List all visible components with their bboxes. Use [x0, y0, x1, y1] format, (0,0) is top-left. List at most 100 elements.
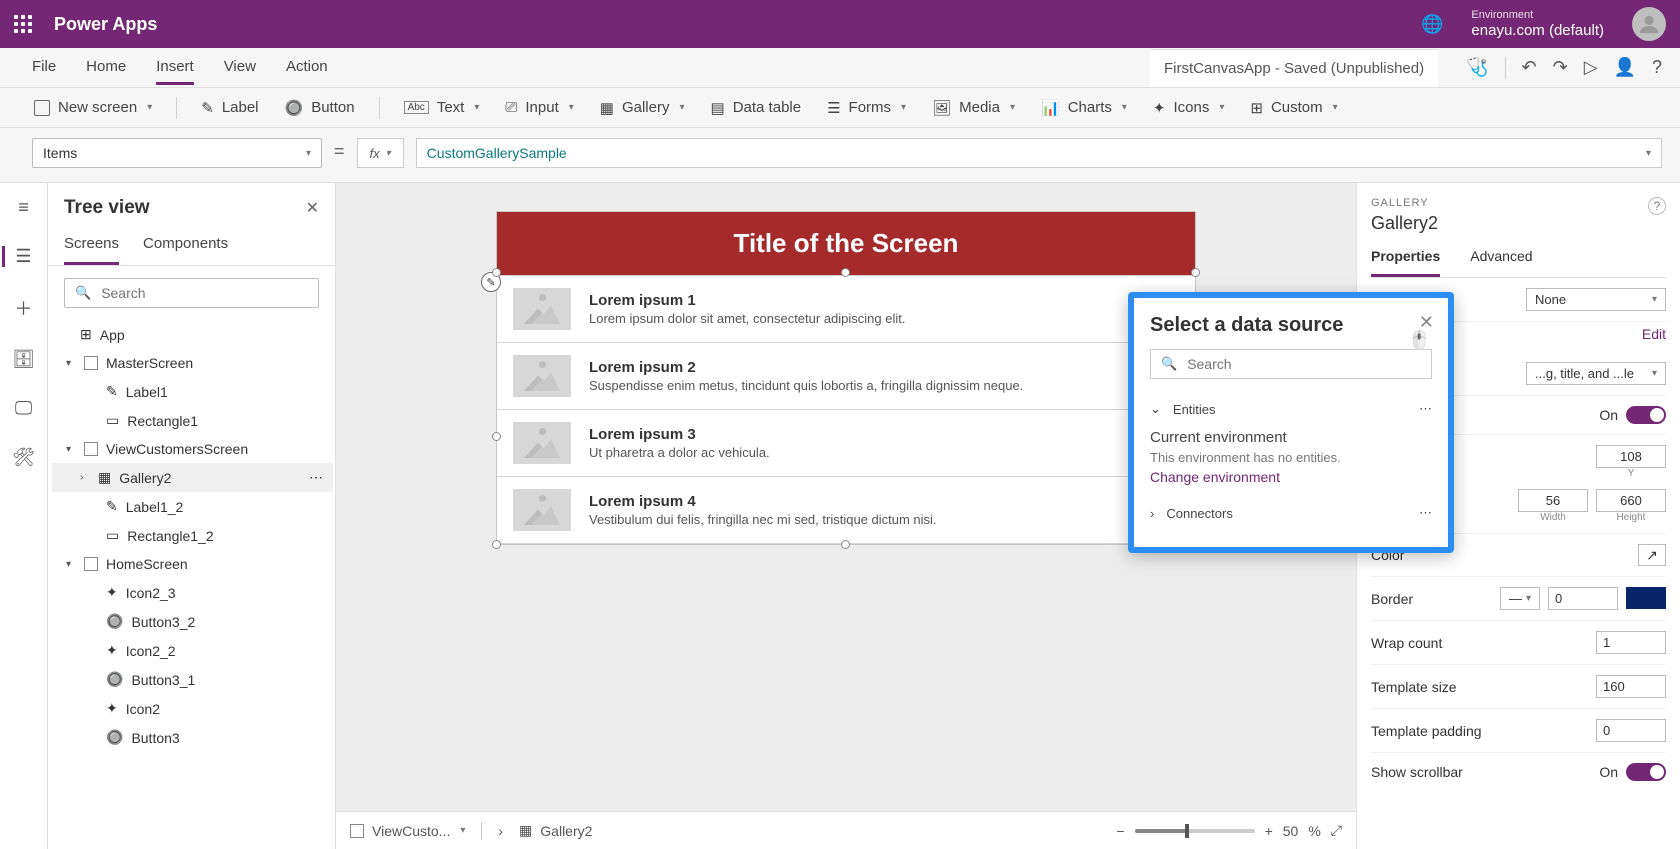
tree-item-icon2[interactable]: ✦Icon2	[52, 694, 333, 723]
gallery-row[interactable]: Lorem ipsum 4Vestibulum dui felis, fring…	[497, 477, 1195, 544]
gallery-row[interactable]: Lorem ipsum 3Ut pharetra a dolor ac vehi…	[497, 410, 1195, 477]
tree-item-masterscreen[interactable]: ▾MasterScreen	[52, 349, 333, 377]
tree-item-viewcustomers[interactable]: ▾ViewCustomersScreen	[52, 435, 333, 463]
components-tab[interactable]: Components	[143, 229, 228, 265]
menu-insert[interactable]: Insert	[156, 51, 194, 85]
tree-view-icon[interactable]: ☰	[2, 246, 31, 267]
text-menu[interactable]: AbcText▾	[396, 94, 488, 121]
breadcrumb[interactable]: ViewCusto...▾	[350, 823, 465, 839]
tree-item-label1-2[interactable]: ✎Label1_2	[52, 492, 333, 521]
template-size-input[interactable]: 160	[1596, 675, 1666, 698]
tree-item-button3-2[interactable]: 🔘Button3_2	[52, 607, 333, 636]
tree-item-rectangle1[interactable]: ▭Rectangle1	[52, 406, 333, 435]
border-width-input[interactable]: 0	[1548, 587, 1618, 610]
environment-selector[interactable]: Environment enayu.com (default)	[1471, 9, 1604, 39]
menu-home[interactable]: Home	[86, 51, 126, 85]
menu-action[interactable]: Action	[286, 51, 328, 85]
tree-item-homescreen[interactable]: ▾HomeScreen	[52, 550, 333, 578]
row-title: Lorem ipsum 4	[589, 493, 1154, 510]
custom-menu[interactable]: ⊞Custom▾	[1242, 94, 1345, 122]
screens-tab[interactable]: Screens	[64, 229, 119, 265]
gallery-row[interactable]: Lorem ipsum 2Suspendisse enim metus, tin…	[497, 343, 1195, 410]
more-icon[interactable]: ⋯	[1419, 505, 1432, 521]
width-input[interactable]: 56	[1518, 489, 1588, 512]
layout-dropdown[interactable]: ...g, title, and ...le▾	[1526, 362, 1666, 385]
visible-on-label: On	[1599, 407, 1618, 423]
panel-help-icon[interactable]: ?	[1648, 197, 1666, 215]
gallery-menu[interactable]: ▦Gallery▾	[592, 94, 693, 122]
more-icon[interactable]: ⋯	[1419, 401, 1432, 417]
popup-search-input[interactable]	[1185, 355, 1421, 373]
properties-tab[interactable]: Properties	[1371, 244, 1440, 277]
chevron-right-icon: ›	[1150, 506, 1154, 521]
play-icon[interactable]: ▷	[1584, 57, 1598, 78]
tree-item-rectangle1-2[interactable]: ▭Rectangle1_2	[52, 521, 333, 550]
button-button[interactable]: 🔘Button	[277, 94, 363, 122]
entities-section[interactable]: ⌄Entities ⋯	[1150, 393, 1432, 425]
tree-item-icon2-2[interactable]: ✦Icon2_2	[52, 636, 333, 665]
more-icon[interactable]: ⋯	[309, 469, 323, 486]
zoom-out-icon[interactable]: −	[1116, 823, 1124, 839]
data-table-button[interactable]: ▤Data table	[703, 94, 810, 122]
gallery-preview[interactable]: Lorem ipsum 1Lorem ipsum dolor sit amet,…	[497, 275, 1195, 544]
tree-item-app[interactable]: ⊞App	[52, 320, 333, 349]
breadcrumb-child[interactable]: ▦Gallery2	[519, 822, 592, 839]
advanced-tab[interactable]: Advanced	[1470, 244, 1532, 277]
advanced-tools-icon[interactable]: 🛠	[12, 447, 35, 468]
template-padding-input[interactable]: 0	[1596, 719, 1666, 742]
search-icon: 🔍	[1161, 356, 1177, 372]
label-button[interactable]: ✎Label	[193, 94, 266, 122]
media-menu[interactable]: 🖼Media▾	[924, 94, 1023, 122]
charts-menu[interactable]: 📊Charts▾	[1033, 94, 1135, 122]
show-scrollbar-toggle[interactable]	[1626, 763, 1666, 781]
tree-search-input[interactable]	[99, 284, 308, 302]
redo-icon[interactable]: ↷	[1553, 57, 1568, 78]
connectors-section[interactable]: ›Connectors ⋯	[1150, 497, 1432, 529]
menu-view[interactable]: View	[224, 51, 256, 85]
app-launcher-icon[interactable]	[14, 15, 32, 33]
app-checker-icon[interactable]: 🩺	[1466, 57, 1488, 78]
y-input[interactable]: 108	[1596, 445, 1666, 468]
undo-icon[interactable]: ↶	[1522, 57, 1537, 78]
zoom-in-icon[interactable]: +	[1265, 823, 1273, 839]
property-selector[interactable]: Items▾	[32, 138, 322, 168]
popup-search[interactable]: 🔍	[1150, 349, 1432, 379]
formula-input[interactable]: CustomGallerySample▾	[416, 138, 1662, 168]
hamburger-icon[interactable]: ≡	[18, 197, 29, 218]
tree-item-gallery2[interactable]: ›▦Gallery2 ⋯	[52, 463, 333, 492]
border-color-swatch[interactable]	[1626, 587, 1666, 609]
tree-item-icon2-3[interactable]: ✦Icon2_3	[52, 578, 333, 607]
wrap-count-input[interactable]: 1	[1596, 631, 1666, 654]
icons-menu[interactable]: ✦Icons▾	[1145, 94, 1232, 122]
input-menu[interactable]: ⎚Input▾	[497, 94, 581, 121]
data-pane-icon[interactable]: 🗄	[12, 349, 35, 370]
tree-search[interactable]: 🔍	[64, 278, 319, 308]
gallery-row[interactable]: Lorem ipsum 1Lorem ipsum dolor sit amet,…	[497, 276, 1195, 343]
popup-close-icon[interactable]: ✕	[1419, 312, 1434, 333]
zoom-slider[interactable]	[1135, 829, 1255, 833]
environment-icon[interactable]: 🌐	[1421, 14, 1443, 35]
visible-toggle[interactable]	[1626, 406, 1666, 424]
avatar[interactable]	[1632, 7, 1666, 41]
screen-preview[interactable]: ✎ Title of the Screen Lorem ipsum 1Lorem…	[496, 211, 1196, 545]
close-tree-icon[interactable]: ✕	[306, 198, 319, 218]
datasource-dropdown[interactable]: None▾	[1526, 288, 1666, 311]
media-pane-icon[interactable]: 🖵	[15, 398, 32, 419]
fx-button[interactable]: fx▾	[357, 138, 404, 168]
fit-to-screen-icon[interactable]: ⤢	[1331, 822, 1342, 839]
tree-item-button3-1[interactable]: 🔘Button3_1	[52, 665, 333, 694]
new-screen-button[interactable]: New screen▾	[26, 94, 160, 121]
height-input[interactable]: 660	[1596, 489, 1666, 512]
menu-file[interactable]: File	[32, 51, 56, 85]
border-style-dropdown[interactable]: —▾	[1500, 587, 1540, 610]
tree-item-label1[interactable]: ✎Label1	[52, 377, 333, 406]
color-swatch[interactable]: ↗	[1638, 544, 1666, 566]
share-icon[interactable]: 👤	[1614, 57, 1636, 78]
change-environment-link[interactable]: Change environment	[1150, 469, 1432, 485]
insert-pane-icon[interactable]: ＋	[15, 295, 33, 321]
forms-menu[interactable]: ☰Forms▾	[819, 94, 914, 122]
edit-fields-link[interactable]: Edit	[1642, 326, 1666, 342]
tree-item-button3[interactable]: 🔘Button3	[52, 723, 333, 752]
help-icon[interactable]: ?	[1652, 57, 1662, 78]
wrap-count-label: Wrap count	[1371, 635, 1442, 651]
